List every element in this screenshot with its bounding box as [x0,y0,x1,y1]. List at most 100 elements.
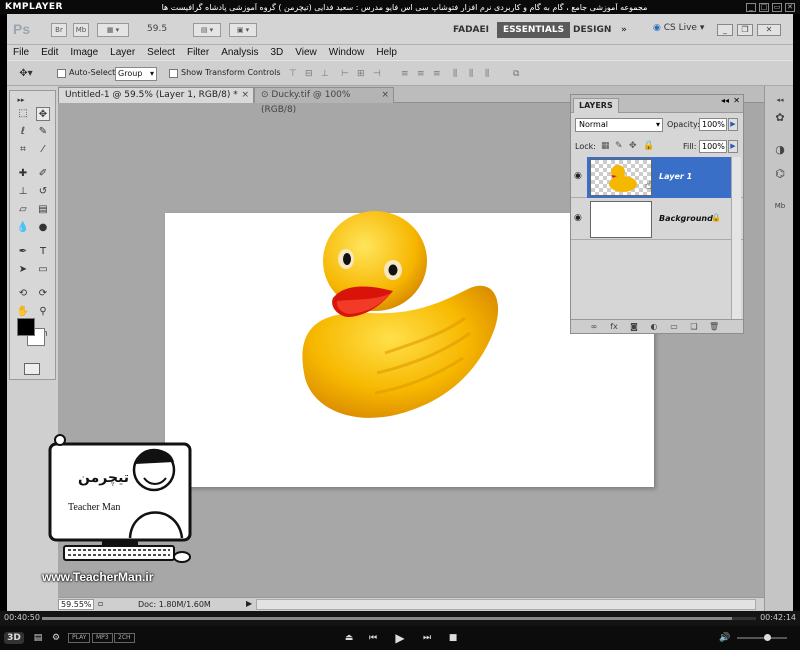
history-brush-tool-icon[interactable]: ↺ [36,185,50,199]
type-tool-icon[interactable]: T [36,245,50,259]
align-bottom-icon[interactable]: ⊥ [321,69,331,79]
lock-transparency-icon[interactable]: ▦ [601,141,611,151]
layers-scrollbar[interactable] [731,157,741,319]
stop-icon[interactable]: ■ [446,632,460,644]
opacity-field[interactable]: 100% [699,118,727,131]
gradient-tool-icon[interactable]: ▤ [36,203,50,217]
distribute-top-icon[interactable]: ≡ [401,69,411,79]
align-top-icon[interactable]: ⊤ [289,69,299,79]
menu-edit[interactable]: Edit [35,47,64,58]
bridge-button[interactable]: Br [51,23,67,37]
delete-layer-icon[interactable]: 🗑 [709,322,719,332]
menu-layer[interactable]: Layer [104,47,141,58]
show-transform-checkbox[interactable] [169,69,178,78]
healing-brush-tool-icon[interactable]: ✚ [16,167,30,181]
3d-orbit-tool-icon[interactable]: ⟳ [36,287,50,301]
previous-icon[interactable]: ⏮ [366,632,380,644]
align-right-icon[interactable]: ⊣ [373,69,383,79]
align-vcenter-icon[interactable]: ⊟ [305,69,315,79]
move-tool-preset-icon[interactable]: ✥▾ [19,67,33,81]
zoom-tool-icon[interactable]: ⚲ [36,305,50,319]
tab-ducky[interactable]: ⊙ Ducky.tif @ 100% (RGB/8) × [254,87,394,115]
menu-view[interactable]: View [289,47,323,58]
menu-help[interactable]: Help [370,47,403,58]
lock-all-icon[interactable]: 🔒 [643,141,654,151]
3d-rotate-tool-icon[interactable]: ⟲ [16,287,30,301]
volume-slider[interactable] [737,634,787,641]
status-zoom-field[interactable]: 59.55% [58,599,94,610]
brush-tool-icon[interactable]: ✐ [36,167,50,181]
volume-knob[interactable] [764,634,771,641]
menu-window[interactable]: Window [323,47,371,58]
menu-file[interactable]: File [7,47,35,58]
dodge-tool-icon[interactable]: ● [36,221,50,235]
menu-icon[interactable]: ▤ [32,632,44,644]
layers-tab[interactable]: LAYERS [573,98,619,113]
layer-row-layer-1[interactable]: ◉ Layer 1 ☝ [571,157,743,198]
add-mask-icon[interactable]: ◙ [629,322,639,332]
lock-position-icon[interactable]: ✥ [629,141,639,151]
status-menu-arrow[interactable]: ▶ [246,599,252,608]
horizontal-scrollbar[interactable] [256,599,756,610]
panel-collapse-icon[interactable]: ◂◂ [721,96,729,105]
masks-panel-icon[interactable]: ⌬ [772,166,788,182]
auto-select-checkbox[interactable] [57,69,66,78]
link-layers-icon[interactable]: ∞ [589,322,599,332]
marquee-tool-icon[interactable]: ⬚ [16,107,30,121]
adjustments-panel-icon[interactable]: ◑ [772,142,788,158]
rectangle-tool-icon[interactable]: ▭ [36,263,50,277]
seek-track[interactable] [42,617,756,620]
blend-mode-dropdown[interactable]: Normal ▾ [575,118,663,132]
align-left-icon[interactable]: ⊢ [341,69,351,79]
close-icon[interactable]: × [381,88,389,103]
view-extras-dropdown[interactable]: ▦ ▾ [97,23,129,37]
ps-close-button[interactable]: ✕ [757,24,781,36]
volume-icon[interactable]: 🔊 [718,632,732,644]
player-restore-button[interactable]: □ [759,2,769,12]
tab-untitled-1[interactable]: Untitled-1 @ 59.5% (Layer 1, RGB/8) * × [58,87,254,103]
menu-select[interactable]: Select [141,47,181,58]
dock-expand-icon[interactable]: ◂◂ [772,92,788,108]
panel-close-icon[interactable]: ✕ [733,96,740,105]
blur-tool-icon[interactable]: 💧 [16,221,30,235]
move-tool-icon[interactable]: ✥ [36,107,50,121]
auto-align-icon[interactable]: ⧉ [513,69,523,79]
eye-icon[interactable]: ◉ [574,213,585,224]
distribute-right-icon[interactable]: ⫼ [485,69,495,79]
distribute-vcenter-icon[interactable]: ≡ [417,69,427,79]
cs-live-button[interactable]: ◉ CS Live ▾ [653,23,704,33]
close-icon[interactable]: × [241,88,249,103]
3d-mode-button[interactable]: 3D [4,632,24,644]
distribute-bottom-icon[interactable]: ≡ [433,69,443,79]
play-icon[interactable]: ▶ [392,632,408,644]
eye-icon[interactable]: ◉ [574,171,585,182]
hand-tool-icon[interactable]: ✋ [16,305,30,319]
quick-mask-button[interactable] [24,363,40,375]
mini-bridge-button[interactable]: Mb [73,23,89,37]
align-hcenter-icon[interactable]: ⊞ [357,69,367,79]
layer-style-icon[interactable]: fx [609,322,619,332]
pen-tool-icon[interactable]: ✒ [16,245,30,259]
menu-analysis[interactable]: Analysis [215,47,264,58]
ps-restore-button[interactable]: ❐ [737,24,753,36]
eraser-tool-icon[interactable]: ▱ [16,203,30,217]
adjustment-layer-icon[interactable]: ◐ [649,322,659,332]
crop-tool-icon[interactable]: ⌗ [16,143,30,157]
workspace-fadaei[interactable]: FADAEI [447,22,495,38]
player-minimize-button[interactable]: _ [746,2,756,12]
color-panel-icon[interactable]: ✿ [772,110,788,126]
tools-collapse-icon[interactable]: ▸▸ [14,93,28,107]
quick-select-tool-icon[interactable]: ✎ [36,125,50,139]
workspace-essentials[interactable]: ESSENTIALS [497,22,571,38]
zoom-level-field[interactable]: 59.5 [147,24,167,34]
arrange-documents-dropdown[interactable]: ▤ ▾ [193,23,221,37]
next-icon[interactable]: ⏭ [420,632,434,644]
lock-pixels-icon[interactable]: ✎ [615,141,625,151]
fill-arrow-icon[interactable]: ▶ [728,140,738,153]
distribute-left-icon[interactable]: ⫼ [453,69,463,79]
fill-field[interactable]: 100% [699,140,727,153]
menu-filter[interactable]: Filter [181,47,215,58]
settings-icon[interactable]: ⚙ [50,632,62,644]
eyedropper-tool-icon[interactable]: ⁄ [36,143,50,157]
ps-minimize-button[interactable]: _ [717,24,733,36]
